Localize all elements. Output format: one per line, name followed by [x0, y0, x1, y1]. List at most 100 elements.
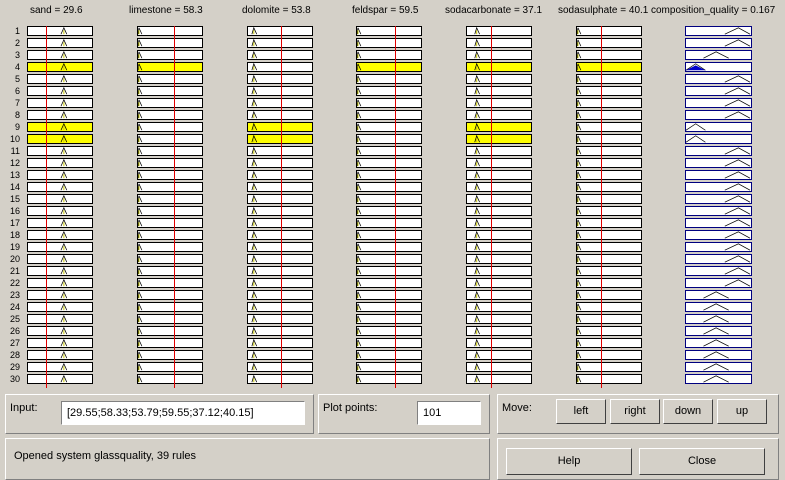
- rule-cell-sodacarbonate: [466, 326, 532, 336]
- rule-cell-sodacarbonate: [466, 134, 532, 144]
- rule-number: 1: [14, 26, 20, 36]
- rule-cell-limestone: [137, 134, 203, 144]
- rule-cell-limestone: [137, 50, 203, 60]
- rule-cell-feldspar: [356, 182, 422, 192]
- rule-cell-sodasulphate: [576, 170, 642, 180]
- rule-cell-limestone: [137, 110, 203, 120]
- rule-cell-dolomite: [247, 122, 313, 132]
- rule-cell-sand: [27, 266, 93, 276]
- rule-cell-composition_quality: [685, 158, 752, 168]
- rule-cell-feldspar: [356, 362, 422, 372]
- action-panel: Help Close: [497, 438, 779, 480]
- rule-cell-sodasulphate: [576, 146, 642, 156]
- rule-cell-sodasulphate: [576, 158, 642, 168]
- rule-number: 25: [9, 314, 20, 324]
- rule-cell-sodasulphate: [576, 74, 642, 84]
- rule-number: 13: [9, 170, 20, 180]
- rule-cell-composition_quality: [685, 98, 752, 108]
- input-label: Input:: [10, 402, 38, 414]
- rule-cell-limestone: [137, 278, 203, 288]
- rule-number: 8: [14, 110, 20, 120]
- rule-number: 29: [9, 362, 20, 372]
- header-composition-quality: composition_quality = 0.167: [651, 5, 776, 16]
- rule-cell-limestone: [137, 314, 203, 324]
- rule-number: 18: [9, 230, 20, 240]
- rule-cell-composition_quality: [685, 110, 752, 120]
- rule-cell-limestone: [137, 122, 203, 132]
- rule-cell-dolomite: [247, 302, 313, 312]
- rule-cell-dolomite: [247, 266, 313, 276]
- rule-number: 14: [9, 182, 20, 192]
- rule-cell-dolomite: [247, 50, 313, 60]
- rule-cell-sodacarbonate: [466, 158, 532, 168]
- close-button[interactable]: Close: [639, 448, 765, 475]
- rule-cell-limestone: [137, 362, 203, 372]
- rule-cell-sodasulphate: [576, 50, 642, 60]
- rule-cell-sand: [27, 134, 93, 144]
- rule-cell-sand: [27, 230, 93, 240]
- rule-cell-sand: [27, 338, 93, 348]
- rule-cell-sand: [27, 158, 93, 168]
- plot-points-field[interactable]: 101: [417, 401, 481, 425]
- rule-cell-sand: [27, 242, 93, 252]
- rule-cell-sand: [27, 182, 93, 192]
- rule-cell-feldspar: [356, 62, 422, 72]
- rule-cell-sand: [27, 194, 93, 204]
- rule-cell-feldspar: [356, 218, 422, 228]
- rule-cell-feldspar: [356, 254, 422, 264]
- rule-cell-dolomite: [247, 182, 313, 192]
- rule-cell-composition_quality: [685, 122, 752, 132]
- header-limestone: limestone = 58.3: [129, 5, 203, 16]
- plot-points-label: Plot points:: [323, 402, 378, 414]
- rule-cell-dolomite: [247, 350, 313, 360]
- move-right-button[interactable]: right: [610, 399, 660, 424]
- input-value-line-dolomite[interactable]: [281, 26, 282, 388]
- rule-number: 2: [14, 38, 20, 48]
- rule-cell-sodacarbonate: [466, 362, 532, 372]
- rule-cell-sodasulphate: [576, 194, 642, 204]
- rule-cell-limestone: [137, 62, 203, 72]
- rule-cell-feldspar: [356, 170, 422, 180]
- rule-cell-composition_quality: [685, 374, 752, 384]
- move-up-button[interactable]: up: [717, 399, 767, 424]
- rule-number: 19: [9, 242, 20, 252]
- move-down-button[interactable]: down: [663, 399, 713, 424]
- rule-cell-sodasulphate: [576, 278, 642, 288]
- rule-cell-dolomite: [247, 374, 313, 384]
- input-value-line-sodasulphate[interactable]: [601, 26, 602, 388]
- rule-cell-composition_quality: [685, 62, 752, 72]
- rule-cell-composition_quality: [685, 326, 752, 336]
- rule-cell-sodasulphate: [576, 242, 642, 252]
- rule-cell-sodasulphate: [576, 362, 642, 372]
- rule-cell-sodacarbonate: [466, 146, 532, 156]
- rule-cell-feldspar: [356, 374, 422, 384]
- rule-cell-composition_quality: [685, 254, 752, 264]
- rule-cell-sodacarbonate: [466, 290, 532, 300]
- rule-cell-composition_quality: [685, 362, 752, 372]
- rule-cell-feldspar: [356, 194, 422, 204]
- header-sodacarbonate: sodacarbonate = 37.1: [445, 5, 543, 16]
- help-button[interactable]: Help: [506, 448, 632, 475]
- rule-cell-sand: [27, 218, 93, 228]
- input-field[interactable]: [29.55;58.33;53.79;59.55;37.12;40.15]: [61, 401, 305, 425]
- rule-number: 11: [10, 146, 20, 156]
- rule-cell-sodacarbonate: [466, 338, 532, 348]
- rule-cell-sodasulphate: [576, 134, 642, 144]
- rule-cell-sand: [27, 86, 93, 96]
- move-panel: Move: left right down up: [497, 394, 779, 434]
- rule-cell-composition_quality: [685, 230, 752, 240]
- input-value-line-limestone[interactable]: [174, 26, 175, 388]
- rule-number: 23: [9, 290, 20, 300]
- rule-cell-sodasulphate: [576, 314, 642, 324]
- input-value-line-sodacarbonate[interactable]: [491, 26, 492, 388]
- move-left-button[interactable]: left: [556, 399, 606, 424]
- rule-cell-sodasulphate: [576, 338, 642, 348]
- rule-number: 21: [9, 266, 20, 276]
- rule-viewer-plot-area: sand = 29.6 limestone = 58.3 dolomite = …: [0, 0, 785, 388]
- input-value-line-sand[interactable]: [46, 26, 47, 388]
- rule-number: 30: [9, 374, 20, 384]
- rule-cell-feldspar: [356, 278, 422, 288]
- rule-cell-dolomite: [247, 242, 313, 252]
- rule-cell-feldspar: [356, 290, 422, 300]
- input-value-line-feldspar[interactable]: [395, 26, 396, 388]
